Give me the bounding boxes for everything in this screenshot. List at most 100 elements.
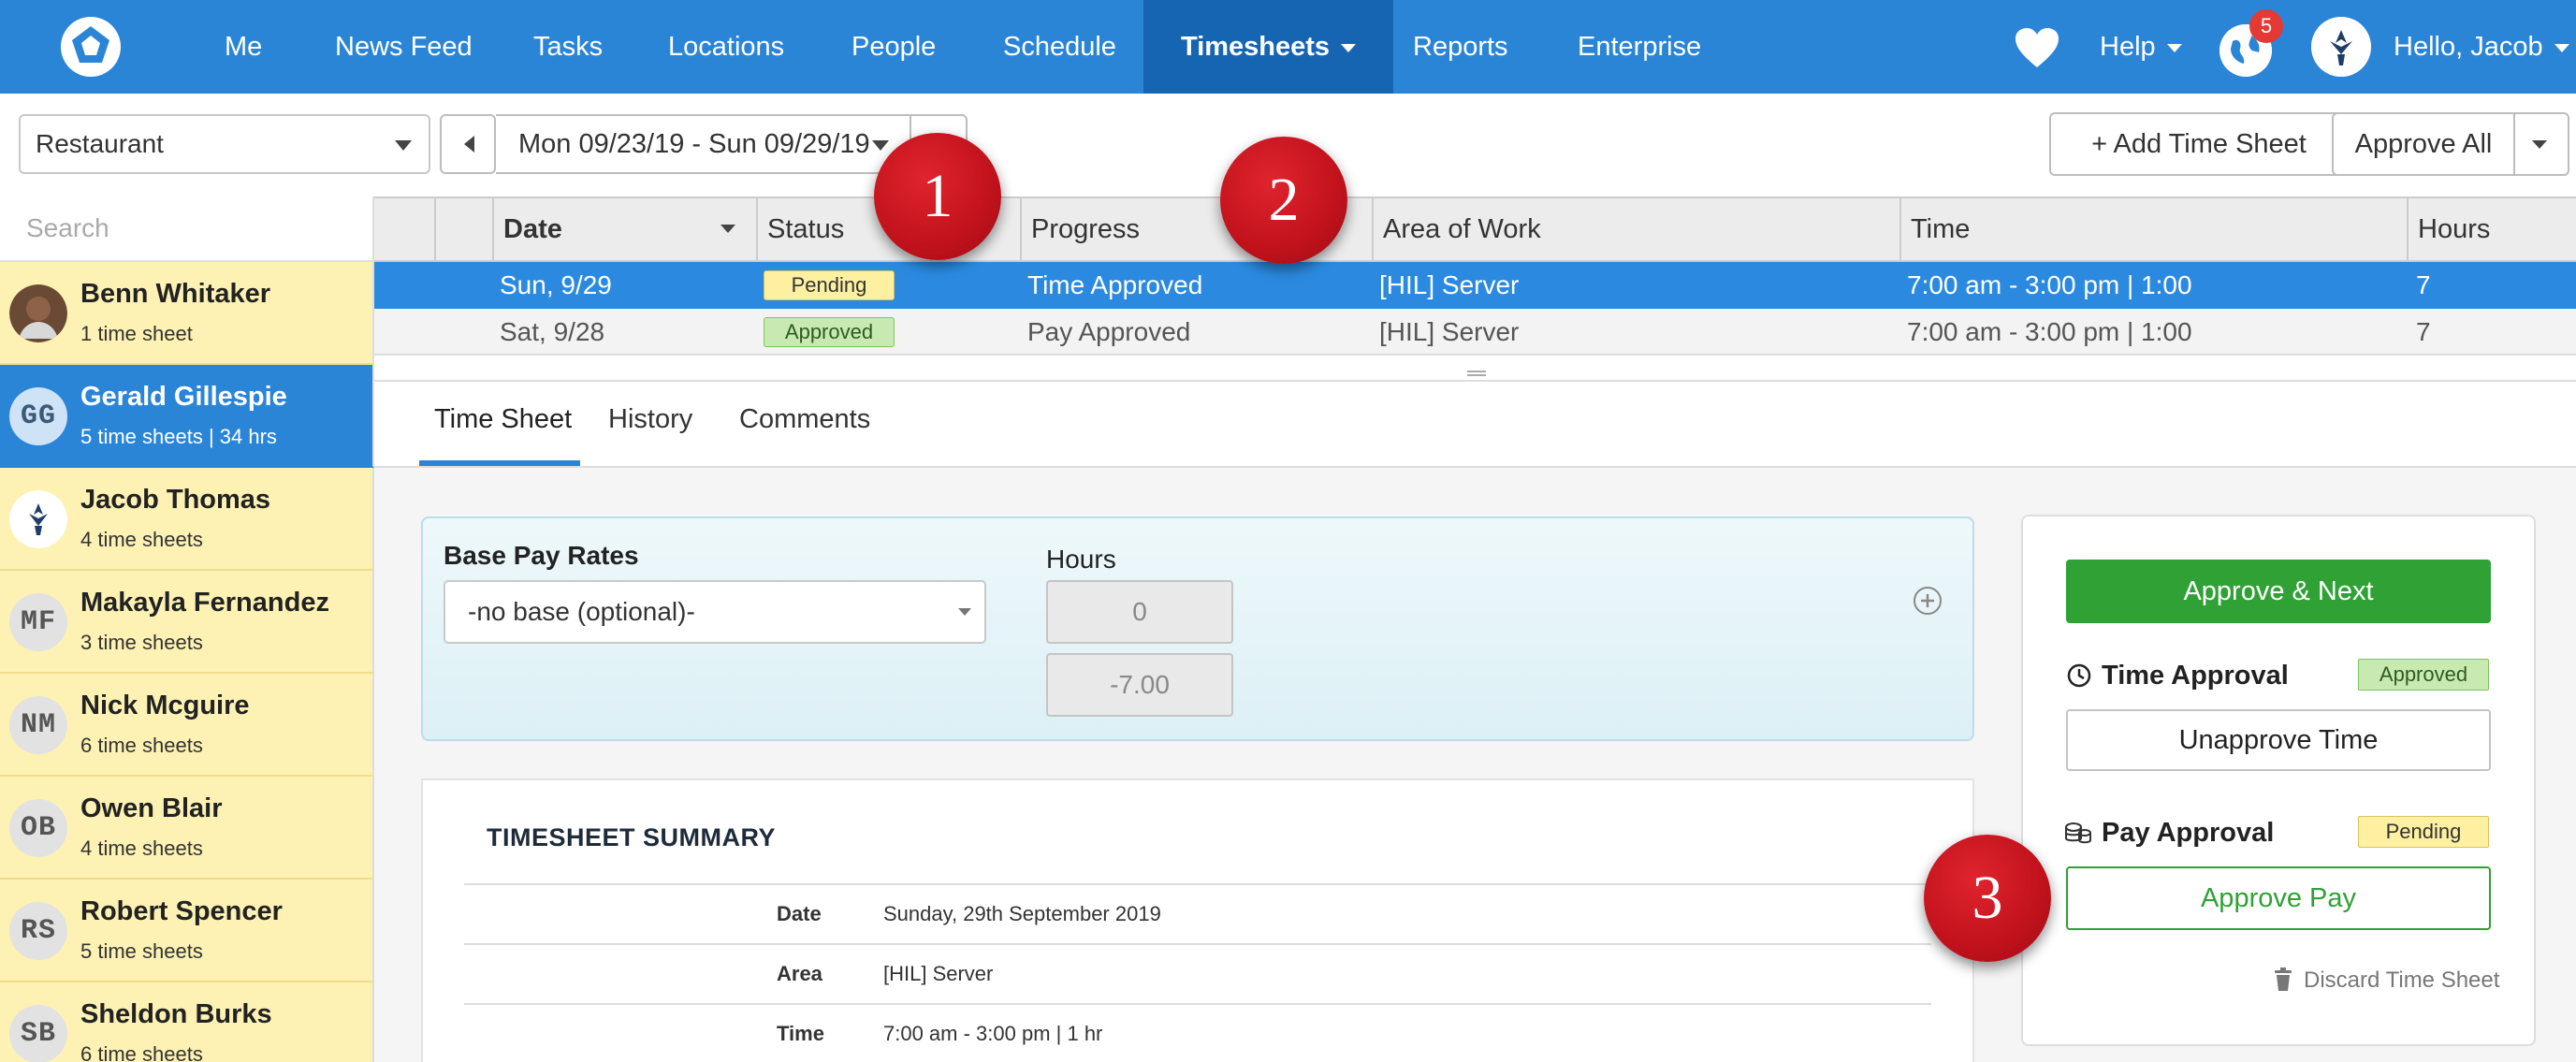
employee-name: Owen Blair [80,793,223,823]
employee-name: Gerald Gillespie [80,382,287,412]
row-date: Sat, 9/28 [500,317,605,346]
employee-sheet-count: 4 time sheets [80,528,203,551]
employee-item-owen-blair[interactable]: OB Owen Blair 4 time sheets [0,777,374,880]
employee-item-robert-spencer[interactable]: RS Robert Spencer 5 time sheets [0,880,374,982]
time-approval-status-badge: Approved [2358,659,2489,691]
employee-initials-avatar: OB [9,799,67,857]
app-logo-icon[interactable] [58,15,124,79]
base-pay-select[interactable]: -no base (optional)- [444,580,986,644]
summary-divider [464,1003,1931,1005]
add-rate-plus-icon[interactable] [1913,586,1943,616]
summary-divider [464,883,1931,885]
nav-help[interactable]: Help [2100,0,2182,94]
callout-marker-2: 2 [1220,137,1347,264]
employee-item-makayla-fernandez[interactable]: MF Makayla Fernandez 3 time sheets [0,571,374,674]
nav-schedule[interactable]: Schedule [1003,0,1116,94]
heart-icon[interactable] [2014,26,2060,69]
approve-and-next-button[interactable]: Approve & Next [2066,560,2491,623]
nav-timesheets-label: Timesheets [1181,32,1331,62]
employee-initials-avatar: NM [9,696,67,754]
employee-initials-avatar: MF [9,593,67,651]
chevron-left-icon [464,136,474,153]
tab-comments[interactable]: Comments [739,404,870,435]
pay-approval-status-badge: Pending [2358,816,2489,848]
employee-sheet-count: 5 time sheets | 34 hrs [80,425,277,448]
chevron-down-icon [1341,43,1357,52]
nav-tasks[interactable]: Tasks [533,0,603,94]
callout-marker-1: 1 [874,133,1001,260]
sort-down-icon[interactable] [720,225,735,233]
drag-handle-icon[interactable] [1467,371,1486,376]
notification-count-badge[interactable]: 5 [2249,9,2283,43]
user-menu[interactable]: Hello, Jacob [2394,0,2569,94]
column-time[interactable]: Time [1899,198,2407,260]
pay-approval-label: Pay Approval [2102,818,2275,848]
coins-icon [2065,822,2091,844]
hours-difference: -7.00 [1046,653,1233,717]
employee-sheet-count: 6 time sheets [80,734,203,757]
employee-item-nick-mcguire[interactable]: NM Nick Mcguire 6 time sheets [0,674,374,777]
employee-search-input[interactable]: Search [0,196,374,262]
date-range-picker[interactable]: Mon 09/23/19 - Sun 09/29/19 [496,114,911,174]
column-hours[interactable]: Hours [2407,198,2576,260]
row-area: [HIL] Server [1379,317,1520,346]
employee-photo-avatar [9,284,67,342]
employee-initials-avatar: SB [9,1005,67,1062]
column-date-label: Date [503,214,562,244]
approve-pay-button[interactable]: Approve Pay [2066,866,2491,930]
employee-name: Nick Mcguire [80,691,250,720]
base-pay-label: Base Pay Rates [444,541,639,570]
location-select[interactable]: Restaurant [19,114,430,174]
employee-item-gerald-gillespie[interactable]: GG Gerald Gillespie 5 time sheets | 34 h… [0,365,374,468]
hours-input[interactable]: 0 [1046,580,1233,644]
unapprove-time-button[interactable]: Unapprove Time [2066,709,2491,771]
summary-value: Sunday, 29th September 2019 [883,902,1161,925]
timesheet-summary-card [421,778,1974,1062]
employee-sheet-count: 4 time sheets [80,837,203,860]
date-range-label: Mon 09/23/19 - Sun 09/29/19 [518,129,870,159]
employee-item-jacob-thomas[interactable]: Jacob Thomas 4 time sheets [0,468,374,571]
summary-key: Date [777,902,822,925]
nav-timesheets[interactable]: Timesheets [1143,0,1394,94]
hours-label: Hours [1046,545,1116,574]
nav-news-feed[interactable]: News Feed [335,0,473,94]
user-avatar[interactable] [2311,17,2371,77]
employee-name: Robert Spencer [80,896,283,926]
employee-item-benn-whitaker[interactable]: Benn Whitaker 1 time sheet [0,262,374,365]
callout-marker-3: 3 [1924,835,2051,962]
nav-reports[interactable]: Reports [1413,0,1508,94]
nav-people[interactable]: People [851,0,936,94]
nav-locations[interactable]: Locations [668,0,784,94]
nav-enterprise[interactable]: Enterprise [1578,0,1701,94]
column-area-of-work[interactable]: Area of Work [1372,198,1899,260]
row-hours: 7 [2416,317,2431,346]
active-tab-indicator [419,460,580,466]
tab-time-sheet[interactable]: Time Sheet [434,404,572,435]
tab-history[interactable]: History [608,404,692,435]
summary-key: Area [777,962,822,985]
employee-sheet-count: 3 time sheets [80,631,203,654]
employee-logo-avatar [9,490,67,548]
approve-all-button[interactable]: Approve All [2332,112,2515,176]
chevron-down-icon [2554,43,2569,52]
discard-time-sheet-link[interactable]: Discard Time Sheet [2304,967,2499,994]
table-row[interactable]: Sat, 9/28 Approved Pay Approved [HIL] Se… [374,309,2576,356]
table-row[interactable]: Sun, 9/29 Pending Time Approved [HIL] Se… [374,262,2576,309]
employee-item-sheldon-burks[interactable]: SB Sheldon Burks 6 time sheets [0,982,374,1062]
employee-sheet-count: 1 time sheet [80,322,193,345]
time-approval-label: Time Approval [2102,661,2289,691]
nav-me[interactable]: Me [225,0,262,94]
row-area: [HIL] Server [1379,270,1520,299]
detail-tabs [374,384,2576,468]
trash-icon[interactable] [2274,967,2292,992]
add-time-sheet-button[interactable]: + Add Time Sheet [2049,112,2349,176]
location-select-value: Restaurant [36,129,164,158]
column-checkbox[interactable] [434,198,492,260]
clock-icon [2067,663,2091,688]
summary-key: Time [777,1022,824,1045]
chevron-down-icon [2532,140,2547,149]
status-badge: Approved [764,317,895,347]
employee-name: Sheldon Burks [80,999,272,1029]
column-date[interactable]: Date [492,198,756,260]
chevron-down-icon [2166,43,2182,52]
